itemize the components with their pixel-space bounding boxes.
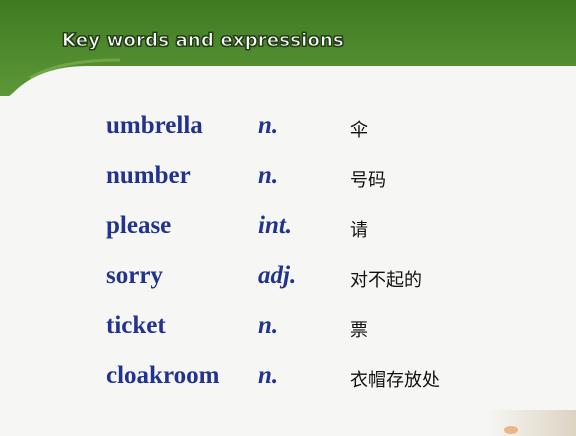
vocab-part-of-speech: adj. [258, 262, 297, 289]
vocab-row: umbrella n. 伞 [0, 112, 576, 152]
vocab-part-of-speech: int. [258, 212, 293, 239]
vocab-row: cloakroom n. 衣帽存放处 [0, 362, 576, 402]
vocab-word: cloakroom [106, 362, 220, 389]
vocab-meaning: 请 [350, 220, 368, 241]
vocab-row: sorry adj. 对不起的 [0, 262, 576, 302]
corner-decoration [486, 410, 576, 436]
flower-icon [504, 426, 518, 434]
vocab-meaning: 伞 [350, 120, 368, 141]
vocab-meaning: 衣帽存放处 [350, 370, 440, 391]
page-title: Key words and expressions [62, 30, 345, 52]
vocab-meaning: 对不起的 [350, 270, 422, 291]
vocab-row: please int. 请 [0, 212, 576, 252]
vocab-word: please [106, 212, 172, 239]
vocab-part-of-speech: n. [258, 362, 279, 389]
vocab-meaning: 票 [350, 320, 368, 341]
vocab-part-of-speech: n. [258, 312, 279, 339]
vocab-part-of-speech: n. [258, 112, 279, 139]
vocab-meaning: 号码 [350, 170, 386, 191]
slide: Key words and expressions umbrella n. 伞 … [0, 0, 576, 436]
vocab-row: number n. 号码 [0, 162, 576, 202]
vocab-word: number [106, 162, 191, 189]
vocab-part-of-speech: n. [258, 162, 279, 189]
vocab-word: sorry [106, 262, 163, 289]
vocab-row: ticket n. 票 [0, 312, 576, 352]
vocab-word: umbrella [106, 112, 203, 139]
vocab-word: ticket [106, 312, 166, 339]
